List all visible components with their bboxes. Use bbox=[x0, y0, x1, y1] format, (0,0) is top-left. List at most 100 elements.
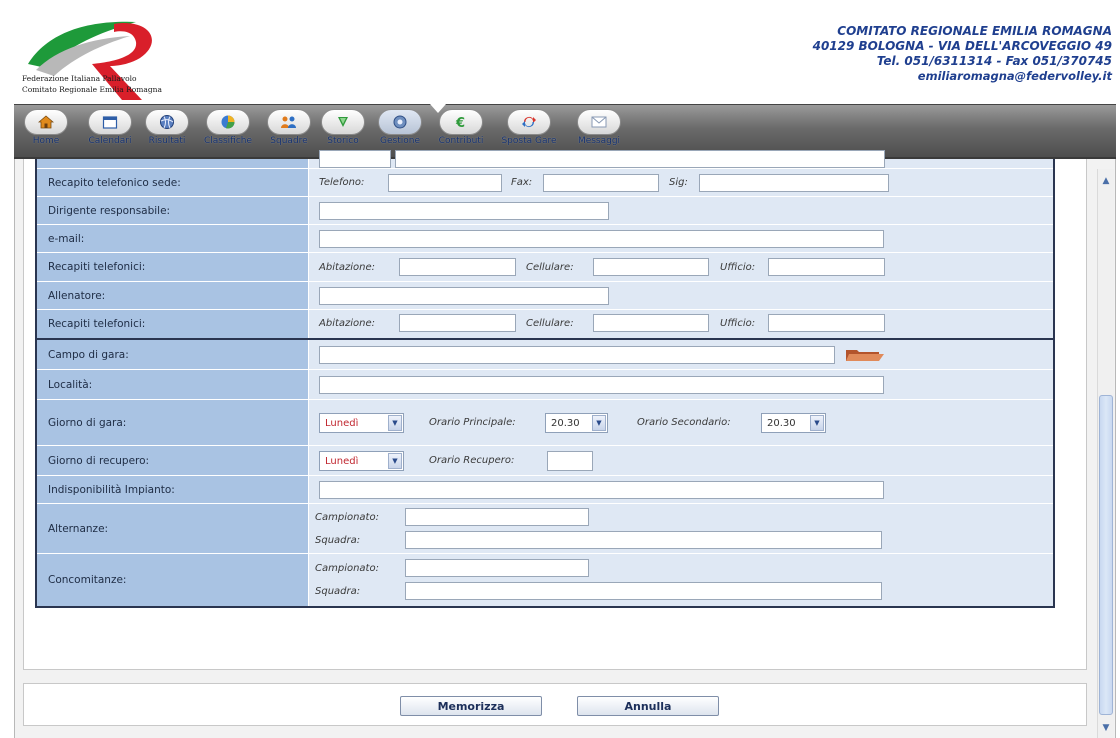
clipped-field-1[interactable] bbox=[319, 150, 391, 168]
campionato-label-2: Campionato: bbox=[315, 563, 379, 574]
abitazione-input-2[interactable] bbox=[399, 314, 516, 332]
nav-storico-label: Storico bbox=[327, 136, 359, 146]
alternanze-squadra-input[interactable] bbox=[405, 531, 882, 549]
giorno-gara-selected: Lunedì bbox=[325, 417, 359, 429]
indisponibilita-label: Indisponibilità Impianto: bbox=[37, 476, 309, 503]
cellulare-label: Cellulare: bbox=[526, 262, 574, 273]
nav-risultati[interactable]: Risultati bbox=[143, 109, 191, 155]
concomitanze-row: Concomitanze: Campionato: Squadra: bbox=[37, 554, 1053, 606]
abitazione-label: Abitazione: bbox=[319, 262, 376, 273]
home-icon bbox=[24, 109, 68, 135]
sig-label: Sig: bbox=[669, 177, 688, 188]
orario-secondario-label: Orario Secondario: bbox=[637, 417, 731, 428]
recapiti-dirigente-value: Abitazione: Cellulare: Ufficio: bbox=[309, 253, 1053, 281]
nav-classifiche[interactable]: Classifiche bbox=[198, 109, 258, 155]
contact-address: 40129 BOLOGNA - VIA DELL'ARCOVEGGIO 49 bbox=[812, 39, 1112, 53]
ufficio-input[interactable] bbox=[768, 258, 885, 276]
team-contacts-section: Recapito telefonico sede: Telefono: Fax:… bbox=[35, 150, 1055, 608]
content-panel: Recapito telefonico sede: Telefono: Fax:… bbox=[14, 150, 1116, 738]
orario-principale-select[interactable]: 20.30 ▼ bbox=[545, 413, 608, 433]
settings-icon bbox=[378, 109, 422, 135]
fax-input[interactable] bbox=[543, 174, 659, 192]
cellulare-input[interactable] bbox=[593, 258, 709, 276]
logo-line-2: Comitato Regionale Emilia Romagna bbox=[22, 85, 162, 94]
dirigente-input[interactable] bbox=[319, 202, 609, 220]
orario-secondario-select[interactable]: 20.30 ▼ bbox=[761, 413, 826, 433]
concomitanze-campionato-input[interactable] bbox=[405, 559, 589, 577]
nav-home-label: Home bbox=[32, 136, 60, 146]
clipped-row-label bbox=[37, 159, 309, 168]
allenatore-label: Allenatore: bbox=[37, 282, 309, 309]
contact-email[interactable]: emiliaromagna@federvolley.it bbox=[813, 69, 1112, 84]
nav-contributi[interactable]: € Contributi bbox=[432, 109, 490, 155]
nav-sposta-gare-label: Sposta Gare bbox=[501, 136, 557, 146]
nav-gestione[interactable]: Gestione bbox=[371, 109, 429, 155]
giorno-gara-select[interactable]: Lunedì ▼ bbox=[319, 413, 404, 433]
vertical-scrollbar[interactable]: ▲ ▼ bbox=[1097, 169, 1114, 738]
team-icon bbox=[267, 109, 311, 135]
giorno-recupero-value: Lunedì ▼ Orario Recupero: bbox=[309, 446, 1053, 475]
venue-section: Campo di gara: Località: Giorno di gara:… bbox=[37, 338, 1053, 608]
recapiti-allenatore-value: Abitazione: Cellulare: Ufficio: bbox=[309, 310, 1053, 338]
orario-secondario-selected: 20.30 bbox=[767, 417, 796, 429]
orario-recupero-label: Orario Recupero: bbox=[429, 455, 515, 466]
dirigente-row: Dirigente responsabile: bbox=[37, 197, 1053, 225]
campo-value bbox=[309, 340, 1053, 369]
nav-squadre[interactable]: Squadre bbox=[263, 109, 315, 155]
dirigente-label: Dirigente responsabile: bbox=[37, 197, 309, 224]
button-bar: Memorizza Annulla bbox=[23, 683, 1087, 726]
giorno-recupero-select[interactable]: Lunedì ▼ bbox=[319, 451, 404, 471]
abitazione-input[interactable] bbox=[399, 258, 516, 276]
scroll-up-icon[interactable]: ▲ bbox=[1099, 173, 1113, 189]
ufficio-label: Ufficio: bbox=[720, 262, 756, 273]
indisponibilita-input[interactable] bbox=[319, 481, 884, 499]
fipav-logo[interactable]: Federazione Italiana Pallavolo Comitato … bbox=[18, 12, 168, 104]
squadra-label: Squadra: bbox=[315, 535, 361, 546]
telefono-input[interactable] bbox=[388, 174, 502, 192]
nav-sposta-gare[interactable]: Sposta Gare bbox=[496, 109, 562, 155]
ufficio-input-2[interactable] bbox=[768, 314, 885, 332]
orario-recupero-input[interactable] bbox=[547, 451, 593, 471]
sig-input[interactable] bbox=[699, 174, 889, 192]
email-input[interactable] bbox=[319, 230, 884, 248]
campionato-label: Campionato: bbox=[315, 512, 379, 523]
concomitanze-value: Campionato: Squadra: bbox=[309, 554, 1053, 606]
email-value bbox=[309, 225, 1053, 252]
fax-label: Fax: bbox=[511, 177, 533, 188]
scroll-thumb[interactable] bbox=[1099, 395, 1113, 715]
cellulare-input-2[interactable] bbox=[593, 314, 709, 332]
orario-principale-label: Orario Principale: bbox=[429, 417, 516, 428]
nav-messaggi-label: Messaggi bbox=[577, 136, 621, 146]
campo-input[interactable] bbox=[319, 346, 835, 364]
nav-messaggi[interactable]: Messaggi bbox=[573, 109, 625, 155]
localita-input[interactable] bbox=[319, 376, 884, 394]
svg-text:€: € bbox=[455, 116, 465, 130]
site-header: Federazione Italiana Pallavolo Comitato … bbox=[14, 12, 1116, 104]
nav-storico[interactable]: Storico bbox=[320, 109, 366, 155]
nav-calendari[interactable]: Calendari bbox=[82, 109, 138, 155]
nav-home[interactable]: Home bbox=[24, 109, 68, 155]
squadra-label-2: Squadra: bbox=[315, 586, 361, 597]
email-row: e-mail: bbox=[37, 225, 1053, 253]
chevron-down-icon: ▼ bbox=[592, 415, 606, 431]
cancel-button[interactable]: Annulla bbox=[577, 696, 719, 716]
localita-value bbox=[309, 370, 1053, 399]
recapiti-allenatore-label: Recapiti telefonici: bbox=[37, 310, 309, 338]
contact-info: COMITATO REGIONALE EMILIA ROMAGNA 40129 … bbox=[813, 24, 1112, 84]
recapito-sede-value: Telefono: Fax: Sig: bbox=[309, 169, 1053, 196]
alternanze-campionato-input[interactable] bbox=[405, 508, 589, 526]
folder-icon[interactable] bbox=[845, 348, 885, 365]
clipped-field-2[interactable] bbox=[395, 150, 885, 168]
chevron-down-icon: ▼ bbox=[810, 415, 824, 431]
orario-principale-selected: 20.30 bbox=[551, 417, 580, 429]
alternanze-value: Campionato: Squadra: bbox=[309, 504, 1053, 553]
recapito-sede-row: Recapito telefonico sede: Telefono: Fax:… bbox=[37, 169, 1053, 197]
scroll-down-icon[interactable]: ▼ bbox=[1099, 720, 1113, 736]
giorno-recupero-row: Giorno di recupero: Lunedì ▼ Orario Recu… bbox=[37, 446, 1053, 476]
logo-line-1: Federazione Italiana Pallavolo bbox=[22, 74, 137, 83]
allenatore-input[interactable] bbox=[319, 287, 609, 305]
clipped-row-value bbox=[309, 150, 1053, 168]
move-icon bbox=[507, 109, 551, 135]
concomitanze-squadra-input[interactable] bbox=[405, 582, 882, 600]
save-button[interactable]: Memorizza bbox=[400, 696, 542, 716]
